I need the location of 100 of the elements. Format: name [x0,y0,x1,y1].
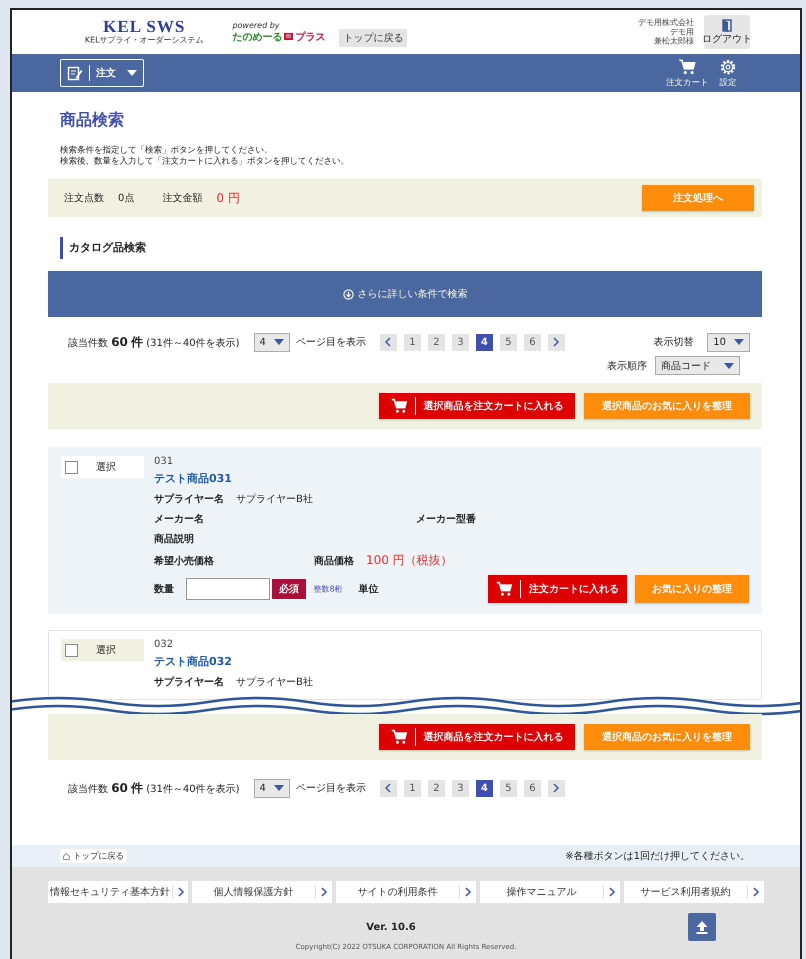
scroll-to-top-button[interactable] [688,913,716,941]
select-checkbox[interactable] [65,460,78,474]
top-button[interactable]: トップに戻る [339,29,408,47]
page-button[interactable]: 3 [452,334,469,350]
footer-link[interactable]: 操作マニュアル [480,881,620,903]
edit-note-icon [67,65,83,81]
cart-icon [390,729,406,745]
product-price: 100 円（税抜） [366,552,453,569]
logo-mark-icon [284,32,294,41]
cart-icon [390,398,406,414]
page-title: 商品検索 [60,110,125,131]
required-tag: 必須 [272,579,306,599]
per-page-label: 表示切替 [653,336,694,349]
page-button[interactable]: 2 [428,334,445,350]
field-label: サプライヤー名 [154,675,224,689]
product-code: 031 [154,456,174,467]
select-checkbox[interactable] [65,644,78,656]
supplier-name: サプライヤーB社 [236,676,313,689]
caret-icon [274,339,284,345]
page-button[interactable]: 1 [404,334,421,350]
field-label: メーカー名 [154,512,205,526]
logo-subtitle: KELサプライ・オーダーシステム [84,36,204,45]
add-selected-to-cart-button[interactable]: 選択商品を注文カートに入れる [379,724,575,750]
footer-link[interactable]: 個人情報保護方針 [192,881,332,903]
sort-label: 表示順序 [607,360,647,372]
department-name: デモ用 [670,27,694,36]
order-amount: 0 円 [216,190,240,206]
next-page-button[interactable] [548,780,565,796]
section-title: カタログ品検索 [60,237,762,259]
footer-link[interactable]: 情報セキュリティ基本方針 [48,881,188,903]
partner-logo-text: たのめーる [232,30,282,44]
page-button[interactable]: 6 [524,334,541,350]
chevron-right-icon [609,887,615,897]
user-name: 兼松太郎様 [654,36,694,46]
logout-button[interactable]: ログアウト [704,15,750,49]
field-label: 商品説明 [154,532,194,546]
quantity-input[interactable] [186,578,270,600]
settings-button[interactable]: 設定 [720,58,736,88]
field-label: 希望小売価格 [154,554,215,568]
home-icon [62,852,70,860]
page-button[interactable]: 3 [452,780,469,796]
version-text: Ver. 10.6 [366,922,416,932]
sort-select[interactable]: 商品コード [655,356,740,375]
page-button[interactable]: 4 [476,334,493,350]
door-icon [722,18,732,32]
product-name-link[interactable]: テスト商品032 [154,654,749,669]
page-label: ページ目を表示 [296,336,366,349]
cart-icon [678,58,696,76]
top-link[interactable]: トップに戻る [60,849,126,863]
upload-arrow-icon [695,920,709,934]
chevron-right-icon [553,783,560,793]
page-select[interactable]: 4 [254,778,290,798]
instruction-text: 検索条件を指定して「検索」ボタンを押してください。 [60,145,274,156]
input-hint: 整数8桁 [314,584,343,595]
menu-dropdown[interactable]: 注文 [60,59,144,87]
supplier-name: サプライヤーB社 [236,492,313,506]
per-page-select[interactable]: 10 [707,332,750,352]
page-button[interactable]: 1 [404,780,421,796]
instruction-text: 検索後、数量を入力して「注文カートに入れる」ボタンを押してください。 [60,156,350,168]
field-label: 単位 [358,582,378,596]
cart-icon [496,581,512,597]
page-button[interactable]: 6 [524,780,541,796]
order-count-label: 注文点数 [64,192,104,205]
product-code: 032 [154,639,174,650]
select-label: 選択 [96,461,116,474]
page-select[interactable]: 4 [254,332,290,352]
order-count: 0点 [118,192,134,205]
advanced-search-button[interactable]: さらに詳しい条件で検索 [48,271,762,317]
settings-icon [720,58,736,76]
add-selected-to-cart-button[interactable]: 選択商品を注文カートに入れる [379,393,575,419]
add-to-cart-button[interactable]: 注文カートに入れる [488,575,627,603]
chevron-left-icon [385,337,392,347]
result-count: 該当件数 60 件 (31件～40件を表示) [68,334,240,350]
caret-icon [734,339,744,345]
select-label: 選択 [96,644,116,657]
field-label: メーカー型番 [416,512,476,526]
page-button[interactable]: 4 [476,780,493,796]
page-button[interactable]: 5 [500,780,517,796]
previous-page-button[interactable] [380,334,397,350]
page-button[interactable]: 2 [428,780,445,796]
footer-link[interactable]: サービス利用者規約 [624,881,764,903]
company-name: デモ用株式会社 [638,18,694,28]
arrow-down-circle-icon [342,288,354,300]
cart-button[interactable]: 注文カート [666,58,708,88]
next-page-button[interactable] [548,334,565,350]
chevron-right-icon [465,887,471,897]
caret-icon [724,362,734,368]
product-name-link[interactable]: テスト商品031 [154,471,749,486]
previous-page-button[interactable] [380,780,397,796]
chevron-left-icon [385,783,392,793]
notice-text: ※各種ボタンは1回だけ押してください。 [565,850,750,863]
chevron-right-icon [753,887,759,897]
chevron-right-icon [553,337,560,347]
chevron-right-icon [321,887,327,897]
footer-link[interactable]: サイトの利用条件 [336,881,476,903]
chevron-right-icon [178,887,184,897]
page-button[interactable]: 5 [500,334,517,350]
field-label: 数量 [154,582,174,596]
powered-by-text: powered by [232,20,281,30]
caret-icon [127,70,137,76]
